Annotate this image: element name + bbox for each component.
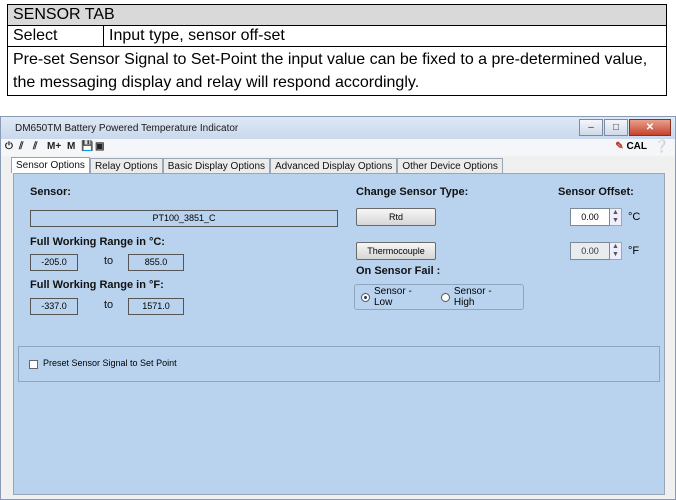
tab-other-device-options[interactable]: Other Device Options bbox=[397, 158, 503, 173]
memory-plus-button[interactable]: M+ bbox=[47, 141, 61, 152]
range-c-label: Full Working Range in °C: bbox=[30, 236, 165, 248]
memory-button[interactable]: M bbox=[67, 141, 75, 152]
range-f-max-field: 1571.0 bbox=[128, 298, 184, 315]
pen-icon: ✎ bbox=[615, 141, 624, 152]
doc-description: Pre-set Sensor Signal to Set-Point the i… bbox=[7, 46, 667, 96]
tab-advanced-display-options[interactable]: Advanced Display Options bbox=[270, 158, 398, 173]
save-icon[interactable]: 💾 bbox=[81, 141, 93, 152]
doc-heading: SENSOR TAB bbox=[7, 4, 667, 26]
toolbar: ⏻ ⫽ ⫽ M+ M 💾 ▣ ✎ CAL ❔ bbox=[1, 139, 675, 156]
print-icon[interactable]: ▣ bbox=[95, 141, 104, 152]
offset-c-input[interactable]: 0.00 bbox=[570, 208, 610, 226]
range-f-min-field: -337.0 bbox=[30, 298, 78, 315]
offset-c-unit: °C bbox=[628, 211, 641, 223]
stepper-arrows-icon[interactable]: ▲ ▼ bbox=[610, 242, 622, 260]
doc-select-value: Input type, sensor off-set bbox=[103, 25, 667, 47]
radio-unchecked-icon bbox=[440, 292, 450, 302]
range-c-to-label: to bbox=[104, 255, 114, 267]
cal-button[interactable]: ✎ CAL bbox=[615, 141, 647, 152]
change-sensor-type-label: Change Sensor Type: bbox=[356, 186, 469, 198]
tab-basic-display-options[interactable]: Basic Display Options bbox=[162, 158, 271, 173]
window-title: DM650TM Battery Powered Temperature Indi… bbox=[15, 123, 239, 134]
offset-f-stepper[interactable]: 0.00 ▲ ▼ °F bbox=[570, 242, 639, 260]
offset-c-stepper[interactable]: 0.00 ▲ ▼ °C bbox=[570, 208, 640, 226]
tab-strip: Sensor Options Relay Options Basic Displ… bbox=[11, 157, 503, 173]
range-c-max-field: 855.0 bbox=[128, 254, 184, 271]
preset-label[interactable]: Preset Sensor Signal to Set Point bbox=[43, 358, 177, 368]
sensor-fail-low-label: Sensor - Low bbox=[374, 286, 412, 308]
sensor-label: Sensor: bbox=[30, 186, 71, 198]
document-table: SENSOR TAB Select Input type, sensor off… bbox=[7, 4, 667, 96]
help-icon[interactable]: ❔ bbox=[654, 139, 669, 153]
app-window: DM650TM Battery Powered Temperature Indi… bbox=[0, 116, 676, 500]
maximize-icon[interactable]: □ bbox=[604, 119, 628, 136]
stepper-arrows-icon[interactable]: ▲ ▼ bbox=[610, 208, 622, 226]
sensor-fail-low-option[interactable]: Sensor - Low bbox=[361, 286, 433, 308]
power-icon[interactable]: ⏻ bbox=[5, 141, 13, 152]
offset-f-unit: °F bbox=[628, 245, 640, 257]
rtd-button[interactable]: Rtd bbox=[356, 208, 436, 226]
tab-relay-options[interactable]: Relay Options bbox=[89, 158, 163, 173]
minimize-icon[interactable]: – bbox=[579, 119, 603, 136]
range-f-to-label: to bbox=[104, 299, 114, 311]
close-icon[interactable]: ✕ bbox=[629, 119, 671, 136]
thermocouple-button[interactable]: Thermocouple bbox=[356, 242, 436, 260]
window-controls: – □ ✕ bbox=[579, 119, 671, 136]
range-f-label: Full Working Range in °F: bbox=[30, 279, 164, 291]
sensor-value-field: PT100_3851_C bbox=[30, 210, 338, 227]
sensor-fail-high-label: Sensor - High bbox=[453, 286, 492, 308]
tab-sensor-options[interactable]: Sensor Options bbox=[11, 157, 90, 173]
disconnect-icon[interactable]: ⫽ bbox=[33, 141, 37, 152]
cal-label: CAL bbox=[626, 141, 647, 152]
title-bar[interactable]: DM650TM Battery Powered Temperature Indi… bbox=[1, 117, 675, 139]
doc-select-label: Select bbox=[7, 25, 104, 47]
sensor-fail-label: On Sensor Fail : bbox=[356, 265, 441, 277]
connect-icon[interactable]: ⫽ bbox=[19, 141, 23, 152]
preset-group: Preset Sensor Signal to Set Point bbox=[18, 346, 660, 382]
offset-f-input[interactable]: 0.00 bbox=[570, 242, 610, 260]
radio-checked-icon bbox=[361, 292, 370, 302]
sensor-fail-group: Sensor - Low Sensor - High bbox=[354, 284, 524, 310]
sensor-options-panel: Sensor: PT100_3851_C Full Working Range … bbox=[13, 173, 665, 495]
sensor-offset-label: Sensor Offset: bbox=[558, 186, 634, 198]
sensor-fail-high-option[interactable]: Sensor - High bbox=[440, 286, 515, 308]
preset-checkbox[interactable] bbox=[29, 360, 38, 369]
range-c-min-field: -205.0 bbox=[30, 254, 78, 271]
